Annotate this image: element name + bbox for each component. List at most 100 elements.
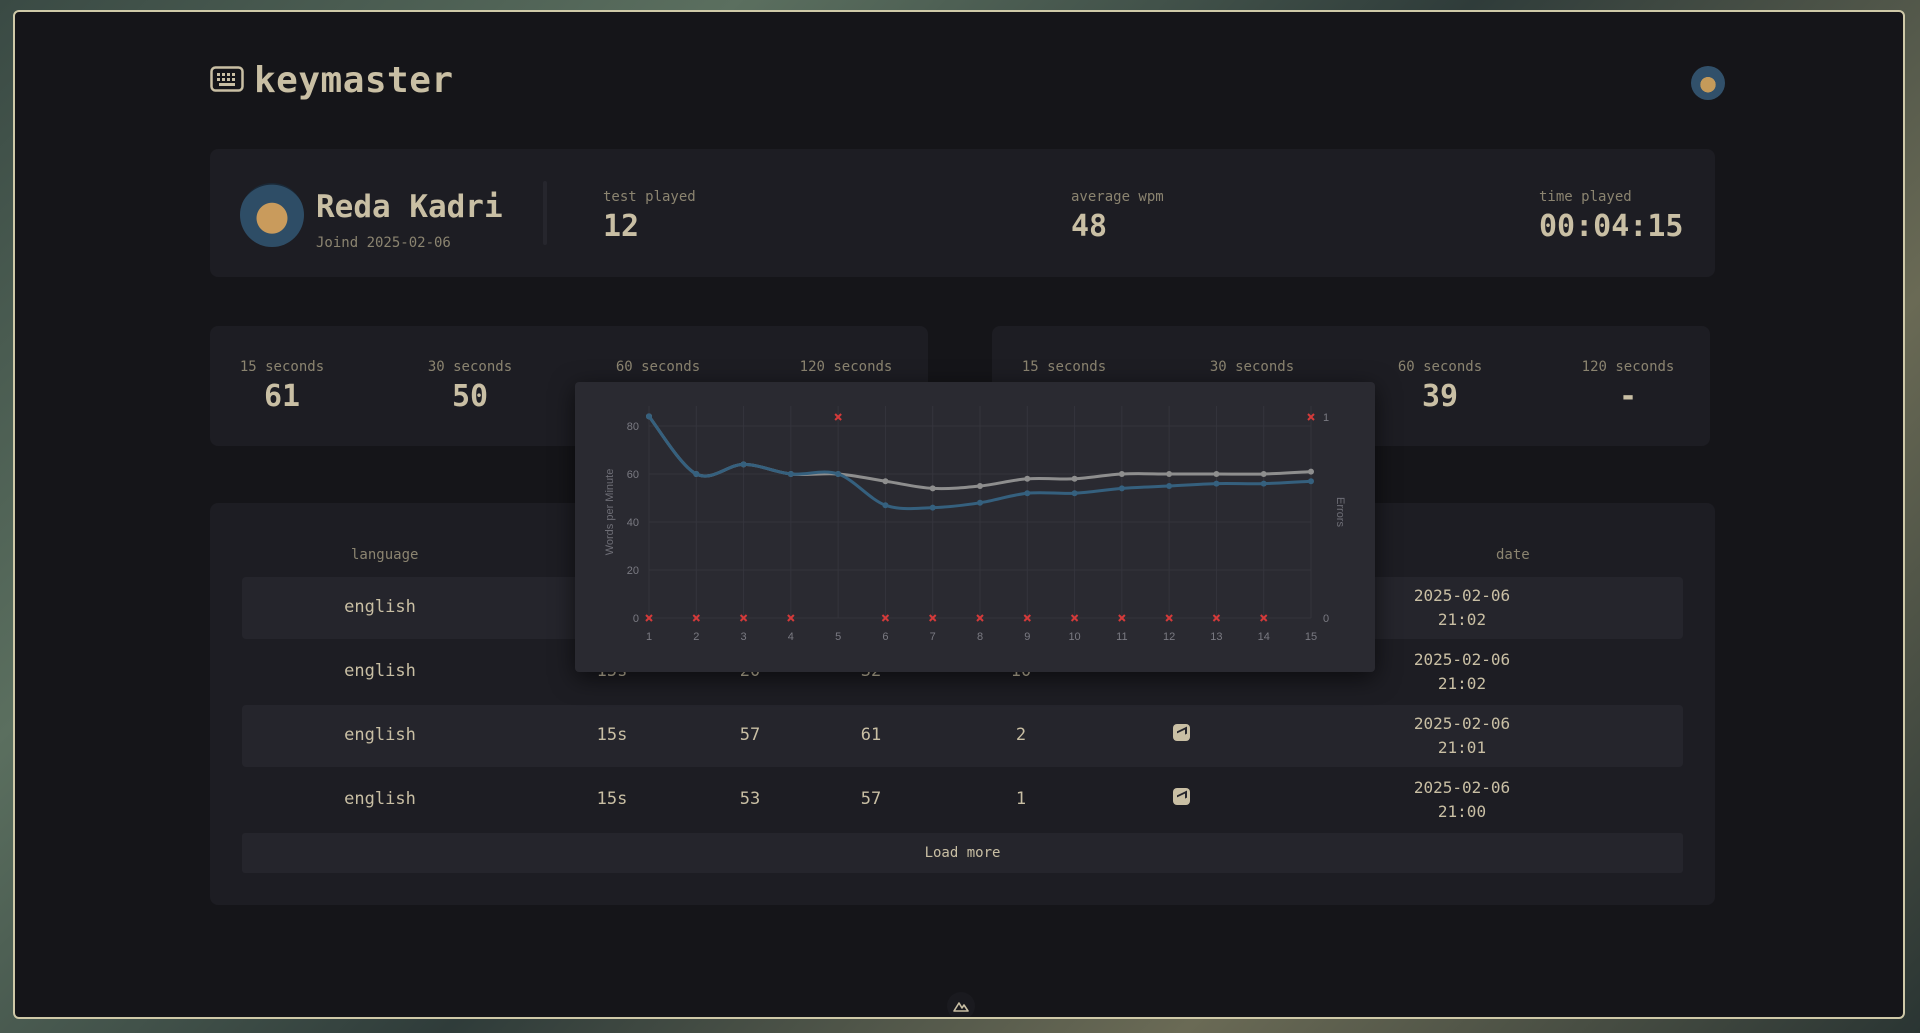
joined-date: Joind 2025-02-06 <box>316 235 451 251</box>
divider <box>543 181 547 245</box>
x-tick-label: 9 <box>1024 631 1030 643</box>
y-tick-label: 80 <box>627 421 639 433</box>
wpm-value: 50 <box>451 379 489 414</box>
table-row[interactable]: english 15s 57 61 2 2025-02-06 21:01 <box>242 705 1683 767</box>
data-point <box>1213 471 1220 477</box>
wpm-label: 15 seconds <box>239 359 325 375</box>
time-text: 21:02 <box>1437 674 1487 693</box>
stat-value: 48 <box>1071 209 1108 244</box>
cell-date: 2025-02-06 21:00 <box>1382 776 1542 824</box>
x-tick-label: 1 <box>646 631 652 643</box>
cell-raw: 57 <box>739 725 761 745</box>
profile-card: Reda Kadri Joind 2025-02-06 test played … <box>210 149 1715 277</box>
data-point <box>929 504 936 511</box>
x-tick-label: 10 <box>1068 631 1080 643</box>
wpm-label: 120 seconds <box>1581 359 1675 375</box>
x-tick-label: 3 <box>741 631 747 643</box>
date-text: 2025-02-06 <box>1413 778 1511 797</box>
data-point <box>977 483 983 489</box>
data-point <box>1166 483 1173 489</box>
data-point <box>1024 475 1031 482</box>
cell-duration: 15s <box>596 789 628 809</box>
logo[interactable]: keymaster <box>210 60 454 101</box>
x-tick-label: 12 <box>1163 631 1175 643</box>
stat-value: 12 <box>603 209 640 244</box>
time-text: 21:00 <box>1437 802 1487 821</box>
cell-language: english <box>344 725 416 745</box>
load-more-button[interactable]: Load more <box>242 833 1683 873</box>
y-axis-label: Words per Minute <box>604 469 616 556</box>
cell-wpm: 57 <box>860 789 882 809</box>
data-point <box>835 471 842 477</box>
data-point <box>1308 478 1314 485</box>
wpm-value: - <box>1618 379 1638 414</box>
stat-label: average wpm <box>1071 189 1164 205</box>
data-point <box>1213 480 1220 487</box>
date-text: 2025-02-06 <box>1413 650 1511 669</box>
x-tick-label: 11 <box>1116 631 1127 643</box>
profile-name: Reda Kadri <box>316 189 503 225</box>
y2-tick-label: 1 <box>1323 412 1329 424</box>
table-row[interactable]: english 15s 53 57 1 2025-02-06 21:00 <box>242 769 1683 831</box>
data-point <box>1024 490 1031 497</box>
data-point <box>929 485 936 492</box>
nuxt-icon[interactable] <box>947 992 975 1017</box>
data-point <box>693 471 700 477</box>
wpm-value: 39 <box>1421 379 1459 414</box>
wpm-label: 60 seconds <box>615 359 701 375</box>
data-point <box>787 471 794 477</box>
cell-duration: 15s <box>596 725 628 745</box>
x-tick-label: 8 <box>977 631 983 643</box>
time-text: 21:02 <box>1437 610 1487 629</box>
cell-language: english <box>344 597 416 617</box>
cell-date: 2025-02-06 21:02 <box>1382 584 1542 632</box>
data-point <box>1118 471 1125 477</box>
chart-icon[interactable] <box>1173 724 1190 741</box>
y-tick-label: 40 <box>627 517 639 529</box>
cell-wpm: 61 <box>860 725 882 745</box>
wpm-15s: 15 seconds 61 <box>222 359 342 414</box>
x-tick-label: 7 <box>930 631 936 643</box>
data-point <box>977 499 983 506</box>
wpm-label: 120 seconds <box>799 359 893 375</box>
wpm-chart: 020406080011 2 3 4 5 6 7 8 9 10 11 12 13 14 15Words pe… <box>604 406 1346 643</box>
data-point <box>1260 480 1267 487</box>
data-point <box>740 461 747 468</box>
avatar <box>240 183 304 247</box>
wpm-chart-popup: 0 20 40 60 80 0 1 1 2 3 4 5 6 7 8 9 10 11 12 13 14 15 Words pe… <box>575 382 1375 672</box>
y2-tick-label: 0 <box>1323 613 1329 625</box>
stat-label: test played <box>603 189 696 205</box>
wpm-label: 30 seconds <box>427 359 513 375</box>
date-text: 2025-02-06 <box>1413 714 1511 733</box>
wpm-60s: 60 seconds <box>598 359 718 379</box>
data-point <box>1260 471 1267 477</box>
time-text: 21:01 <box>1437 738 1487 757</box>
data-point <box>1118 485 1125 492</box>
stat-value: 00:04:15 <box>1539 209 1684 244</box>
column-header-language: language <box>351 547 419 563</box>
data-point <box>646 413 652 420</box>
wpm-30s: 30 seconds 50 <box>410 359 530 414</box>
user-avatar-button[interactable] <box>1691 66 1725 100</box>
wpm-15s: 15 seconds <box>1004 359 1124 379</box>
x-tick-label: 4 <box>788 631 794 643</box>
wpm-value: 61 <box>263 379 301 414</box>
data-point <box>1308 468 1314 475</box>
data-point <box>1071 475 1078 482</box>
cell-raw: 53 <box>739 789 761 809</box>
chart-icon[interactable] <box>1173 788 1190 805</box>
wpm-label: 60 seconds <box>1397 359 1483 375</box>
stat-label: time played <box>1539 189 1632 205</box>
x-tick-label: 6 <box>882 631 888 643</box>
cell-language: english <box>344 789 416 809</box>
wpm-label: 30 seconds <box>1209 359 1295 375</box>
stat-average-wpm: average wpm 48 <box>1071 189 1164 244</box>
date-text: 2025-02-06 <box>1413 586 1511 605</box>
wpm-120s: 120 seconds - <box>1568 359 1688 414</box>
keyboard-icon <box>210 65 244 96</box>
wpm-30s: 30 seconds <box>1192 359 1312 379</box>
app-name: keymaster <box>254 60 454 101</box>
top-bar: keymaster <box>210 52 1725 112</box>
data-point <box>882 502 889 509</box>
column-header-date: date <box>1496 547 1530 563</box>
